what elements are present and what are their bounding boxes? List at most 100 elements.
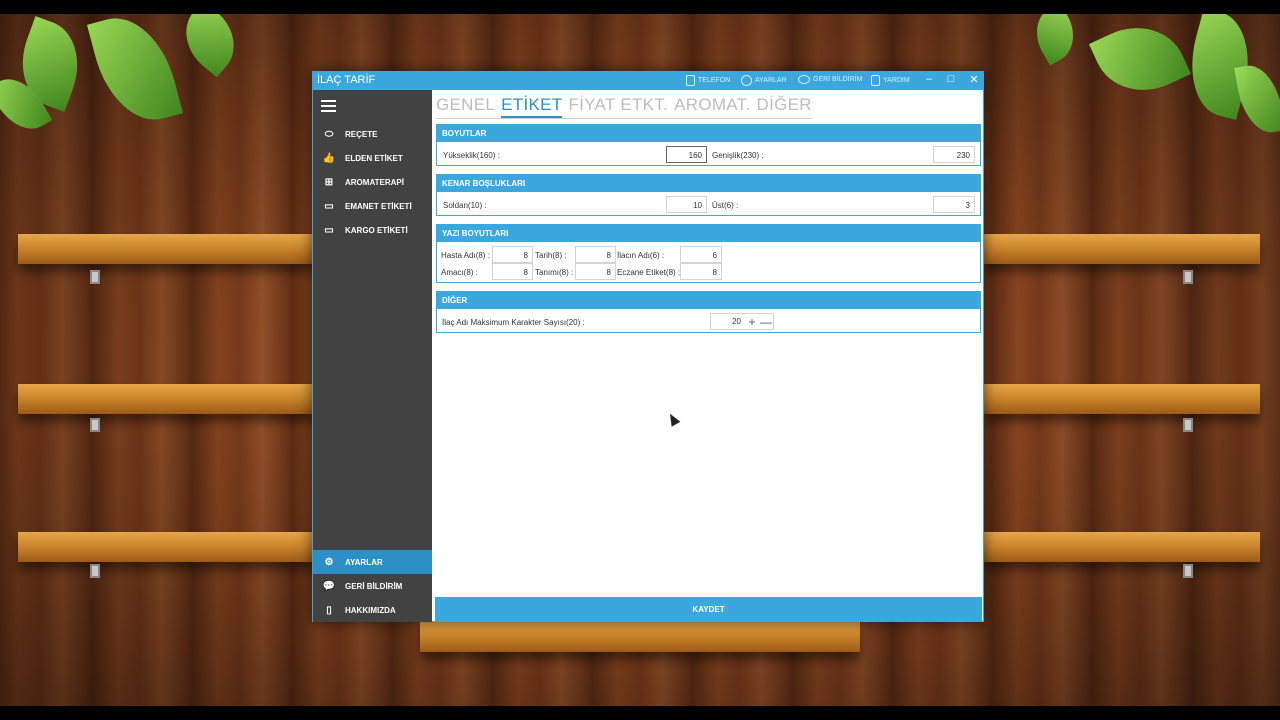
shelf-bracket [90,270,100,284]
titlebar-help[interactable]: YARDIM [871,75,910,86]
max-char-value[interactable]: 20 [711,317,745,326]
titlebar: İLAÇ TARİF TELEFON AYARLAR GERİ BİLDİRİM… [313,72,983,90]
ilacin-adi-input[interactable]: 6 [680,246,722,263]
shelf-bracket [90,418,100,432]
hamburger-menu-icon[interactable] [321,100,336,115]
titlebar-settings-label: AYARLAR [755,77,787,84]
left-margin-input[interactable]: 10 [666,196,707,213]
shelf-bracket [1183,564,1193,578]
minus-icon[interactable]: — [759,315,773,329]
tanimi-label: Tanımı(8) : [535,268,574,277]
leaf-decoration [1088,14,1192,108]
eczane-etiket-input[interactable]: 8 [680,263,722,280]
hasta-adi-label: Hasta Adı(8) : [441,251,490,260]
pill-icon: ⬭ [324,128,334,140]
titlebar-feedback-label: GERİ BİLDİRİM [813,76,863,83]
sidebar-item-label: ELDEN ETİKET [345,153,403,163]
width-input[interactable]: 230 [933,146,975,163]
leaf-decoration [170,14,250,78]
sidebar-item-kargo-etiketi[interactable]: ▭ KARGO ETİKETİ [313,218,432,242]
group-title: DİĞER [437,292,980,309]
shelf-bracket [1183,270,1193,284]
titlebar-phone[interactable]: TELEFON [686,75,730,86]
amaci-input[interactable]: 8 [492,263,533,280]
sidebar-item-hakkimizda[interactable]: ▯ HAKKIMIZDA [313,598,432,622]
sidebar-item-elden-etiket[interactable]: 👍 ELDEN ETİKET [313,146,432,170]
eczane-etiket-label: Eczane Etiket(8) : [617,268,681,277]
titlebar-help-label: YARDIM [883,77,910,84]
gear-icon: ⚙ [324,556,334,568]
top-margin-label: Üst(6) : [712,201,739,210]
leaf-decoration [1025,14,1085,66]
max-char-stepper[interactable]: 20 + — [710,313,774,330]
height-label: Yükseklik(160) : [443,151,500,160]
app-title: İLAÇ TARİF [317,74,376,86]
shelf [984,234,1260,264]
width-label: Genişlik(230) : [712,151,764,160]
tarih-input[interactable]: 8 [575,246,616,263]
settings-content: GENEL ETİKET FİYAT ETKT. AROMAT. DİĞER B… [433,90,983,622]
tab-aromat[interactable]: AROMAT. [674,95,750,118]
group-title: BOYUTLAR [437,125,980,142]
sidebar-item-aromaterapi[interactable]: ⊞ AROMATERAPİ [313,170,432,194]
plus-icon[interactable]: + [745,315,759,329]
add-box-icon: ⊞ [324,176,334,188]
tab-diger[interactable]: DİĞER [757,95,812,118]
leaf-decoration [1234,61,1280,137]
shelf [420,622,860,652]
height-input[interactable]: 160 [666,146,707,163]
gear-icon [741,75,752,86]
tab-bar: GENEL ETİKET FİYAT ETKT. AROMAT. DİĞER [436,95,812,119]
minimize-button[interactable]: – [921,73,937,85]
sidebar-item-emanet-etiketi[interactable]: ▭ EMANET ETİKETİ [313,194,432,218]
sidebar-item-label: AYARLAR [345,557,383,567]
leaf-decoration [86,14,184,132]
shelf [984,384,1260,414]
sidebar-item-label: HAKKIMIZDA [345,605,396,615]
shelf-bracket [1183,418,1193,432]
sidebar-item-label: EMANET ETİKETİ [345,201,412,211]
shelf [18,234,318,264]
thumb-icon: 👍 [322,152,336,164]
tanimi-input[interactable]: 8 [575,263,616,280]
left-margin-label: Soldan(10) : [443,201,487,210]
tarih-label: Tarih(8) : [535,251,567,260]
group-boyutlar: BOYUTLAR Yükseklik(160) : 160 Genişlik(2… [436,124,981,166]
close-button[interactable]: ✕ [966,73,982,86]
phone-icon: ▯ [326,604,332,616]
titlebar-settings[interactable]: AYARLAR [741,75,787,86]
amaci-label: Amacı(8) : [441,268,478,277]
group-title: KENAR BOŞLUKLARI [437,175,980,192]
chat-icon [798,75,810,84]
sidebar-item-recete[interactable]: ⬭ REÇETE [313,122,432,146]
save-button[interactable]: KAYDET [435,597,982,622]
sidebar-item-label: KARGO ETİKETİ [345,225,408,235]
hasta-adi-input[interactable]: 8 [492,246,533,263]
group-diger: DİĞER İlaç Adı Maksimum Karakter Sayısı(… [436,291,981,333]
titlebar-feedback[interactable]: GERİ BİLDİRİM [798,75,862,84]
help-icon [871,75,880,86]
top-margin-input[interactable]: 3 [933,196,975,213]
shelf [18,384,318,414]
group-kenar-bosluklari: KENAR BOŞLUKLARI Soldan(10) : 10 Üst(6) … [436,174,981,216]
phone-icon [686,75,695,86]
tab-fiyat-etkt[interactable]: FİYAT ETKT. [568,95,668,118]
sidebar-item-label: AROMATERAPİ [345,177,404,187]
window-icon: ▭ [324,224,334,236]
app-window: İLAÇ TARİF TELEFON AYARLAR GERİ BİLDİRİM… [312,71,984,622]
sidebar-item-geri-bildirim[interactable]: 💬 GERİ BİLDİRİM [313,574,432,598]
titlebar-phone-label: TELEFON [698,77,731,84]
sidebar-item-ayarlar[interactable]: ⚙ AYARLAR [313,550,432,574]
tab-etiket[interactable]: ETİKET [501,95,563,118]
chat-icon: 💬 [322,580,336,592]
sidebar-item-label: REÇETE [345,129,378,139]
group-title: YAZI BOYUTLARI [437,225,980,242]
group-yazi-boyutlari: YAZI BOYUTLARI Hasta Adı(8) : 8 Tarih(8)… [436,224,981,283]
sidebar-item-label: GERİ BİLDİRİM [345,581,403,591]
maximize-button[interactable]: □ [943,73,959,85]
tab-genel[interactable]: GENEL [436,95,495,118]
shelf-bracket [90,564,100,578]
ilacin-adi-label: İlacın Adı(6) : [617,251,665,260]
max-char-label: İlaç Adı Maksimum Karakter Sayısı(20) : [442,318,585,327]
shelf [18,532,318,562]
